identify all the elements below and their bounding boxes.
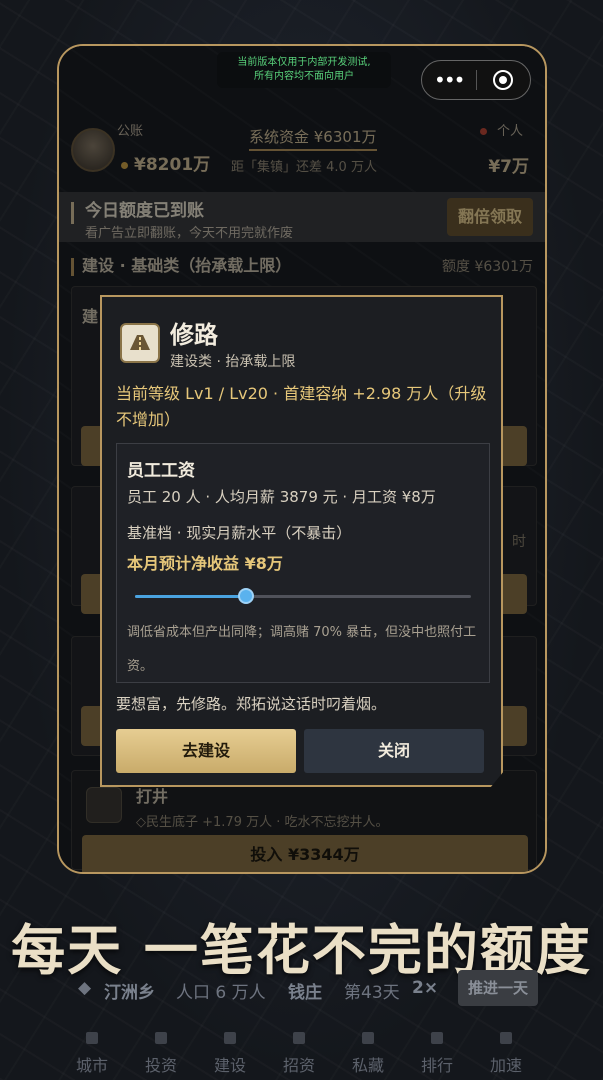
town-icon: ◆ [78,978,92,998]
road-detail-modal: 修路 建设类 · 抬承载上限 当前等级 Lv1 / Lv20 · 首建容纳 +2… [100,295,503,787]
salary-tier: 基准档 · 现实月薪水平（不暴击） [127,524,352,542]
tab-label: 加速 [489,1056,522,1075]
net-profit: 本月预计净收益 ¥8万 [127,554,283,573]
salary-title: 员工工资 [127,461,195,481]
modal-subtitle: 建设类 · 抬承载上限 [170,354,296,370]
speed-toggle[interactable]: 2× [412,978,438,998]
player-title: 钱庄 [288,983,322,1003]
flavor-quote: 要想富，先修路。郑拓说这话时叼着烟。 [116,695,387,713]
town-name: 汀洲乡 [104,983,155,1003]
tab-invest[interactable]: 投资 [136,1032,186,1076]
go-build-button[interactable]: 去建设 [116,729,296,773]
modal-title: 修路 [170,321,218,349]
slider-fill [135,595,246,598]
road-icon [120,323,160,363]
tab-label: 私藏 [351,1056,384,1075]
invest-icon [155,1032,167,1044]
rank-icon [431,1032,443,1044]
tab-rank[interactable]: 排行 [412,1032,462,1076]
test-banner-line2: 所有内容均不面向用户 [254,71,354,82]
more-icon[interactable]: ••• [422,68,476,92]
test-banner-line1: 当前版本仅用于内部开发测试, [237,57,371,68]
target-icon [493,70,514,90]
salary-note: 调低省成本但产出同降；调高赌 70% 暴击，但没中也照付工资。 [127,625,477,674]
tab-bar: 城市 投资 建设 招资 私藏 排行 加速 [0,1028,603,1080]
salary-panel: 员工工资 员工 20 人 · 人均月薪 3879 元 · 月工资 ¥8万 基准档… [116,443,490,683]
tab-label: 建设 [213,1056,246,1075]
salary-detail: 员工 20 人 · 人均月薪 3879 元 · 月工资 ¥8万 [127,488,436,506]
salary-slider[interactable] [135,588,471,604]
day-counter: 第43天 [344,983,400,1003]
recruit-icon [293,1032,305,1044]
build-icon [224,1032,236,1044]
tab-label: 城市 [75,1056,108,1075]
tab-speedup[interactable]: 加速 [481,1032,531,1076]
miniprogram-capsule: ••• [421,60,531,100]
close-button[interactable]: 关闭 [304,729,484,773]
tab-label: 排行 [420,1056,453,1075]
tab-city[interactable]: 城市 [67,1032,117,1076]
tab-label: 招资 [282,1056,315,1075]
population: 人口 6 万人 [176,983,266,1003]
slider-thumb[interactable] [237,588,254,604]
test-banner: 当前版本仅用于内部开发测试, 所有内容均不面向用户 [217,52,391,88]
level-info: 当前等级 Lv1 / Lv20 · 首建容纳 +2.98 万人（升级不增加） [116,384,487,429]
city-icon [86,1032,98,1044]
tab-recruit[interactable]: 招资 [274,1032,324,1076]
tab-label: 投资 [144,1056,177,1075]
lightning-icon [500,1032,512,1044]
advance-day-button[interactable]: 推进一天 [458,970,538,1006]
stash-icon [362,1032,374,1044]
tab-build[interactable]: 建设 [205,1032,255,1076]
tab-stash[interactable]: 私藏 [343,1032,393,1076]
close-miniprogram-button[interactable] [476,70,530,90]
